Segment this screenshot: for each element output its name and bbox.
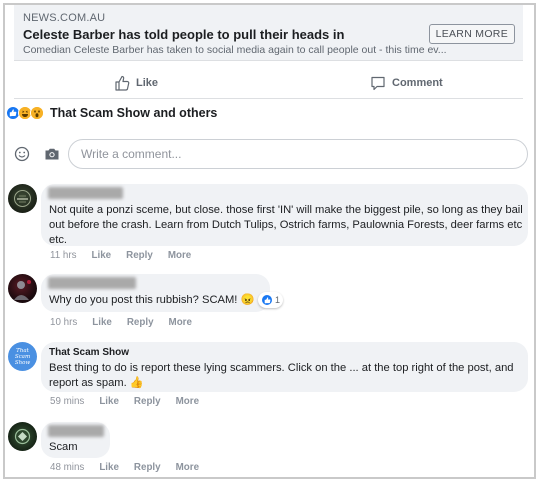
thumbs-up-icon [115,75,130,91]
comment-like-link[interactable]: Like [92,317,112,328]
comment-more-link[interactable]: More [176,462,199,473]
wow-icon [30,106,44,120]
camera-icon[interactable] [44,146,60,162]
comment-icon [371,76,385,91]
comment-more-link[interactable]: More [176,396,199,407]
comment-time[interactable]: 10 hrs [50,317,77,328]
comment-time[interactable]: 11 hrs [50,250,77,261]
comment-like-link[interactable]: Like [99,462,119,473]
avatar[interactable] [8,422,37,451]
comment-bubble: Scam [41,422,110,458]
avatar[interactable]: That Scam Show [8,342,37,371]
comment-more-link[interactable]: More [169,317,192,328]
redacted-name [48,277,136,289]
reactions-text[interactable]: That Scam Show and others [50,106,217,120]
like-label: Like [136,77,159,89]
comment-reply-link[interactable]: Reply [134,396,161,407]
comment-meta: 11 hrs Like Reply More [50,250,206,261]
link-title[interactable]: Celeste Barber has told people to pull t… [23,27,344,42]
comment-meta: 48 mins Like Reply More [50,462,214,473]
comment-reply-link[interactable]: Reply [134,462,161,473]
reactions-summary[interactable]: That Scam Show and others [6,106,217,120]
comment-label: Comment [392,77,443,89]
comment-text: Not quite a ponzi sceme, but close. thos… [49,204,523,246]
avatar[interactable] [8,274,37,303]
comment-like-link[interactable]: Like [99,396,119,407]
comment-like-link[interactable]: Like [92,250,112,261]
comment-reaction-badge[interactable]: 1 [258,292,284,308]
comment-meta: 59 mins Like Reply More [50,396,214,407]
redacted-name [48,425,104,437]
comment-input[interactable]: Write a comment... [68,139,528,169]
link-description: Comedian Celeste Barber has taken to soc… [23,44,447,56]
emoji-icon[interactable] [14,146,30,162]
comment-author[interactable]: That Scam Show [49,347,129,358]
action-bar: Like Comment [14,66,523,99]
redacted-name [48,187,123,199]
comment-bubble: Not quite a ponzi sceme, but close. thos… [41,184,528,246]
comment-bubble: Why do you post this rubbish? SCAM! 😠 [41,274,270,312]
comment-reply-link[interactable]: Reply [127,317,154,328]
link-preview[interactable]: NEWS.COM.AU Celeste Barber has told peop… [14,5,523,61]
comment-text: Best thing to do is report these lying s… [49,362,514,389]
avatar-text: That Scam Show [14,347,31,366]
comment-text: Why do you post this rubbish? SCAM! 😠 [49,294,255,306]
comment-time[interactable]: 48 mins [50,462,84,473]
avatar[interactable] [8,184,37,213]
comment-composer: Write a comment... [10,139,528,171]
comment-button[interactable]: Comment [370,75,443,91]
comment-time[interactable]: 59 mins [50,396,84,407]
comment-meta: 10 hrs Like Reply More [50,317,207,328]
comment-reply-link[interactable]: Reply [126,250,153,261]
link-domain: NEWS.COM.AU [23,12,106,24]
like-button[interactable]: Like [114,75,158,91]
like-icon [261,294,273,306]
reaction-count: 1 [275,295,281,305]
learn-more-button[interactable]: LEARN MORE [428,24,515,44]
comment-more-link[interactable]: More [168,250,191,261]
comment-bubble: That Scam Show Best thing to do is repor… [41,342,528,392]
comment-text: Scam [49,441,78,453]
